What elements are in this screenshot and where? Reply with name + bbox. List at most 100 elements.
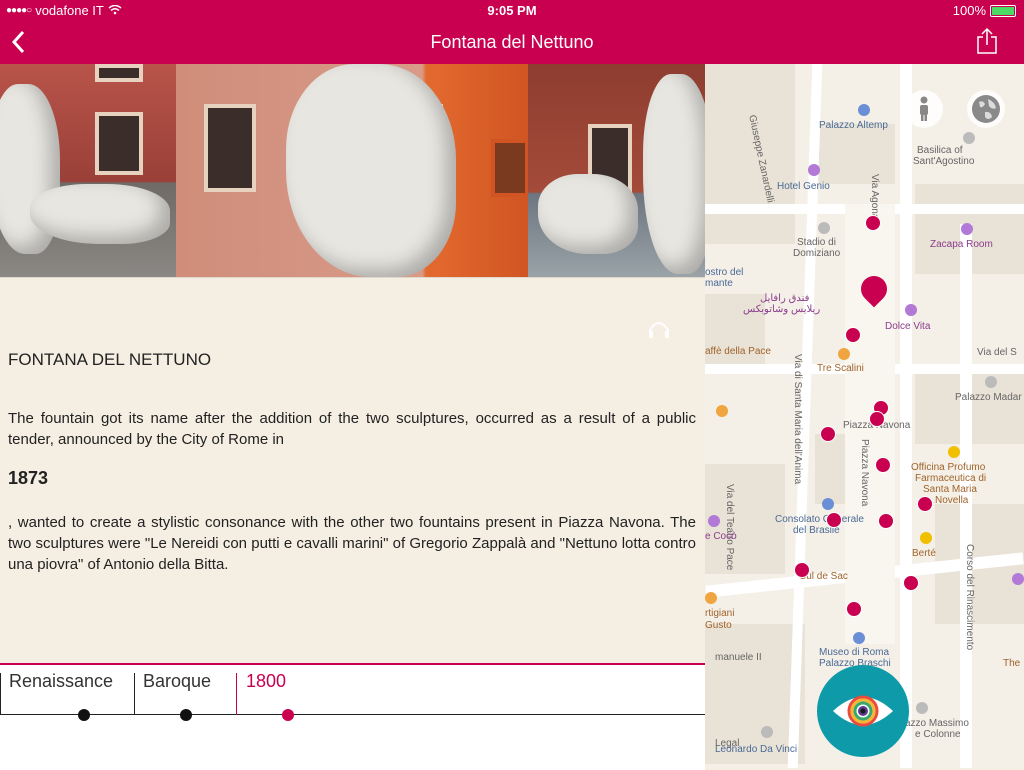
map-label-museo-nostro-2: mante [705,278,733,289]
period-dot-1800[interactable] [282,709,294,721]
map-label-berte: Berté [912,548,936,559]
fountain-photo-3[interactable] [528,64,705,277]
monument-pin[interactable] [878,513,894,529]
map-label-caffe-pace: affè della Pace [705,346,771,357]
description-paragraph-2: , wanted to create a stylistic consonanc… [8,514,696,573]
monument-pin[interactable] [820,426,836,442]
globe-icon [972,95,1000,123]
window [204,104,256,192]
map-poi[interactable] [708,515,720,527]
monument-pin[interactable] [875,457,891,473]
map-label-tre-scalini: Tre Scalini [817,363,864,374]
timeline-tick [134,673,135,715]
monument-pin[interactable] [865,215,881,231]
map-poi[interactable] [985,376,997,388]
monument-pin[interactable] [826,512,842,528]
map-poi[interactable] [853,632,865,644]
statue [30,184,170,244]
fountain-photo-2[interactable] [176,64,528,277]
map-poi[interactable] [948,446,960,458]
street-label: Via di Santa Maria dell'Anima [792,354,803,485]
map-label-arabic-2: ريلايس وشاتوبكس [743,304,821,315]
map-label-officina-3: Santa Maria [923,484,977,495]
map-poi[interactable] [705,592,717,604]
map-label-stadio-2: Domiziano [793,248,841,259]
map-label-palazzo-madama: Palazzo Madar [955,392,1022,403]
map-poi[interactable] [822,498,834,510]
share-icon [977,27,997,54]
page-title: Fontana del Nettuno [430,32,594,52]
description-panel: FONTANA DEL NETTUNO The fountain got its… [0,277,705,664]
map-label-stadio: Stadio di [797,237,836,248]
map-label-artigiani: rtigiani [705,608,735,619]
map-label-massimo-2: e Colonne [915,729,961,740]
period-1800[interactable]: 1800 [246,671,286,692]
window [95,112,143,175]
map-label-basilica-2: Sant'Agostino [913,156,975,167]
window [491,139,528,197]
map-poi[interactable] [1012,573,1024,585]
map-label-palazzo-altemps: Palazzo Altemp [819,120,888,131]
explore-eye-button[interactable] [817,665,909,757]
map-poi[interactable] [905,304,917,316]
battery-percent: 100% [952,3,986,18]
period-baroque[interactable]: Baroque [143,671,211,692]
map-label-manuele: manuele II [715,652,762,663]
globe-mode-button[interactable] [967,90,1005,128]
map-label-zacapa: Zacapa Room [930,239,993,250]
timeline-axis [0,714,705,715]
map-poi[interactable] [761,726,773,738]
map-label-officina-1: Officina Profumo [911,462,986,473]
monument-pin[interactable] [794,562,810,578]
poi-heading: FONTANA DEL NETTUNO [8,350,212,369]
audio-button[interactable] [648,320,670,338]
map-poi[interactable] [838,348,850,360]
map-label-officina-4: Novella [935,495,969,506]
map-label-massimo: azzo Massimo [905,718,969,729]
status-bar: ●●●●○ vodafone IT 9:05 PM 100% [0,0,1024,22]
map-poi[interactable] [961,223,973,235]
map-label-hotel-genio: Hotel Genio [777,181,830,192]
period-dot-renaissance[interactable] [78,709,90,721]
neptune-statue [286,64,456,277]
map-poi[interactable] [963,132,975,144]
map-view[interactable]: Giuseppe Zanardelli Palazzo Altemp Basil… [705,64,1024,768]
map-poi[interactable] [818,222,830,234]
map-poi[interactable] [858,104,870,116]
description-year: 1873 [8,468,49,488]
map-label-the: The [1003,658,1021,669]
statue [538,174,638,254]
fountain-photo-1[interactable] [0,64,176,277]
map-label-consolato: Consolato Generale [775,514,864,525]
photo-gallery[interactable] [0,64,705,277]
map-poi[interactable] [716,405,728,417]
period-timeline[interactable]: Renaissance Baroque 1800 [0,663,705,770]
monument-pin[interactable] [846,601,862,617]
battery-icon [990,4,1016,17]
monument-pin[interactable] [845,327,861,343]
map-label-via-del-s: Via del S [977,347,1017,358]
map-label-museo-roma: Museo di Roma [819,647,890,658]
battery-group: 100% [953,3,1016,18]
share-button[interactable] [976,27,998,54]
monument-pin[interactable] [903,575,919,591]
nav-bar: Fontana del Nettuno [0,22,1024,64]
map-label-e-coco: e Cocò [705,531,737,542]
status-time: 9:05 PM [487,3,537,18]
headphones-icon [649,322,669,338]
monument-pin[interactable] [869,411,885,427]
period-renaissance[interactable]: Renaissance [9,671,113,692]
street-label: Via del Teatro Pace [724,484,735,571]
monument-pin[interactable] [917,496,933,512]
timeline-tick [236,673,237,715]
map-poi[interactable] [916,702,928,714]
person-icon [920,96,928,121]
map-poi[interactable] [920,532,932,544]
map-label-basilica: Basilica of [917,145,963,156]
period-dot-baroque[interactable] [180,709,192,721]
map-label-leonardo: Leonardo Da Vinci [715,744,798,755]
eye-icon [833,695,893,727]
person-mode-button[interactable] [905,90,943,128]
map-label-artigiani-2: Gusto [705,620,732,631]
map-poi[interactable] [808,164,820,176]
